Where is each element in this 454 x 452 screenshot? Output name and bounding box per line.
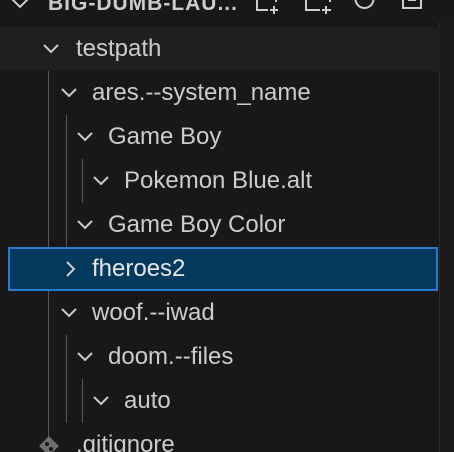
- chevron-right-icon: [66, 261, 76, 277]
- tree-item-doom-files[interactable]: doom.--files: [0, 335, 440, 379]
- tree-item-label: ares.--system_name: [92, 79, 311, 106]
- explorer-panel: BIG-DUMB-LAU... testpath ares.--system_n…: [0, 0, 454, 452]
- collapse-all-icon[interactable]: [400, 0, 426, 14]
- refresh-icon[interactable]: [352, 0, 378, 14]
- new-file-icon[interactable]: [254, 0, 282, 14]
- tree-item-game-boy-color[interactable]: Game Boy Color: [0, 203, 440, 247]
- scrollbar-track[interactable]: [439, 22, 454, 452]
- chevron-down-icon: [43, 44, 59, 54]
- tree-item-ares-system-name[interactable]: ares.--system_name: [0, 71, 440, 115]
- tree-item-fheroes2[interactable]: fheroes2: [8, 247, 438, 291]
- tree-item-game-boy[interactable]: Game Boy: [0, 115, 440, 159]
- tree-item-testpath[interactable]: testpath: [0, 27, 440, 71]
- tree-item-auto[interactable]: auto: [0, 379, 440, 423]
- chevron-down-icon: [61, 308, 77, 318]
- chevron-down-icon: [93, 176, 109, 186]
- tree-item-label: testpath: [76, 35, 162, 62]
- git-icon: [39, 436, 59, 452]
- chevron-down-icon: [77, 220, 93, 230]
- tree-item-gitignore[interactable]: .gitignore: [0, 423, 440, 452]
- tree-item-label: Game Boy Color: [108, 211, 286, 238]
- tree-item-pokemon-blue-alt[interactable]: Pokemon Blue.alt: [0, 159, 440, 203]
- tree-item-label: .gitignore: [76, 431, 175, 452]
- tree-item-label: woof.--iwad: [92, 299, 215, 326]
- explorer-section-header[interactable]: BIG-DUMB-LAU...: [0, 0, 454, 22]
- tree-item-label: doom.--files: [108, 343, 234, 370]
- chevron-down-icon: [93, 396, 109, 406]
- tree-item-label: Game Boy: [108, 123, 222, 150]
- section-title: BIG-DUMB-LAU...: [48, 0, 238, 15]
- chevron-down-icon: [77, 132, 93, 142]
- tree-item-label: auto: [124, 387, 171, 414]
- tree-item-label: fheroes2: [92, 255, 186, 282]
- new-folder-icon[interactable]: [304, 0, 334, 14]
- tree-item-label: Pokemon Blue.alt: [124, 167, 313, 194]
- chevron-down-icon: [77, 352, 93, 362]
- chevron-down-icon: [11, 0, 29, 9]
- chevron-down-icon: [61, 88, 77, 98]
- tree-item-woof-iwad[interactable]: woof.--iwad: [0, 291, 440, 335]
